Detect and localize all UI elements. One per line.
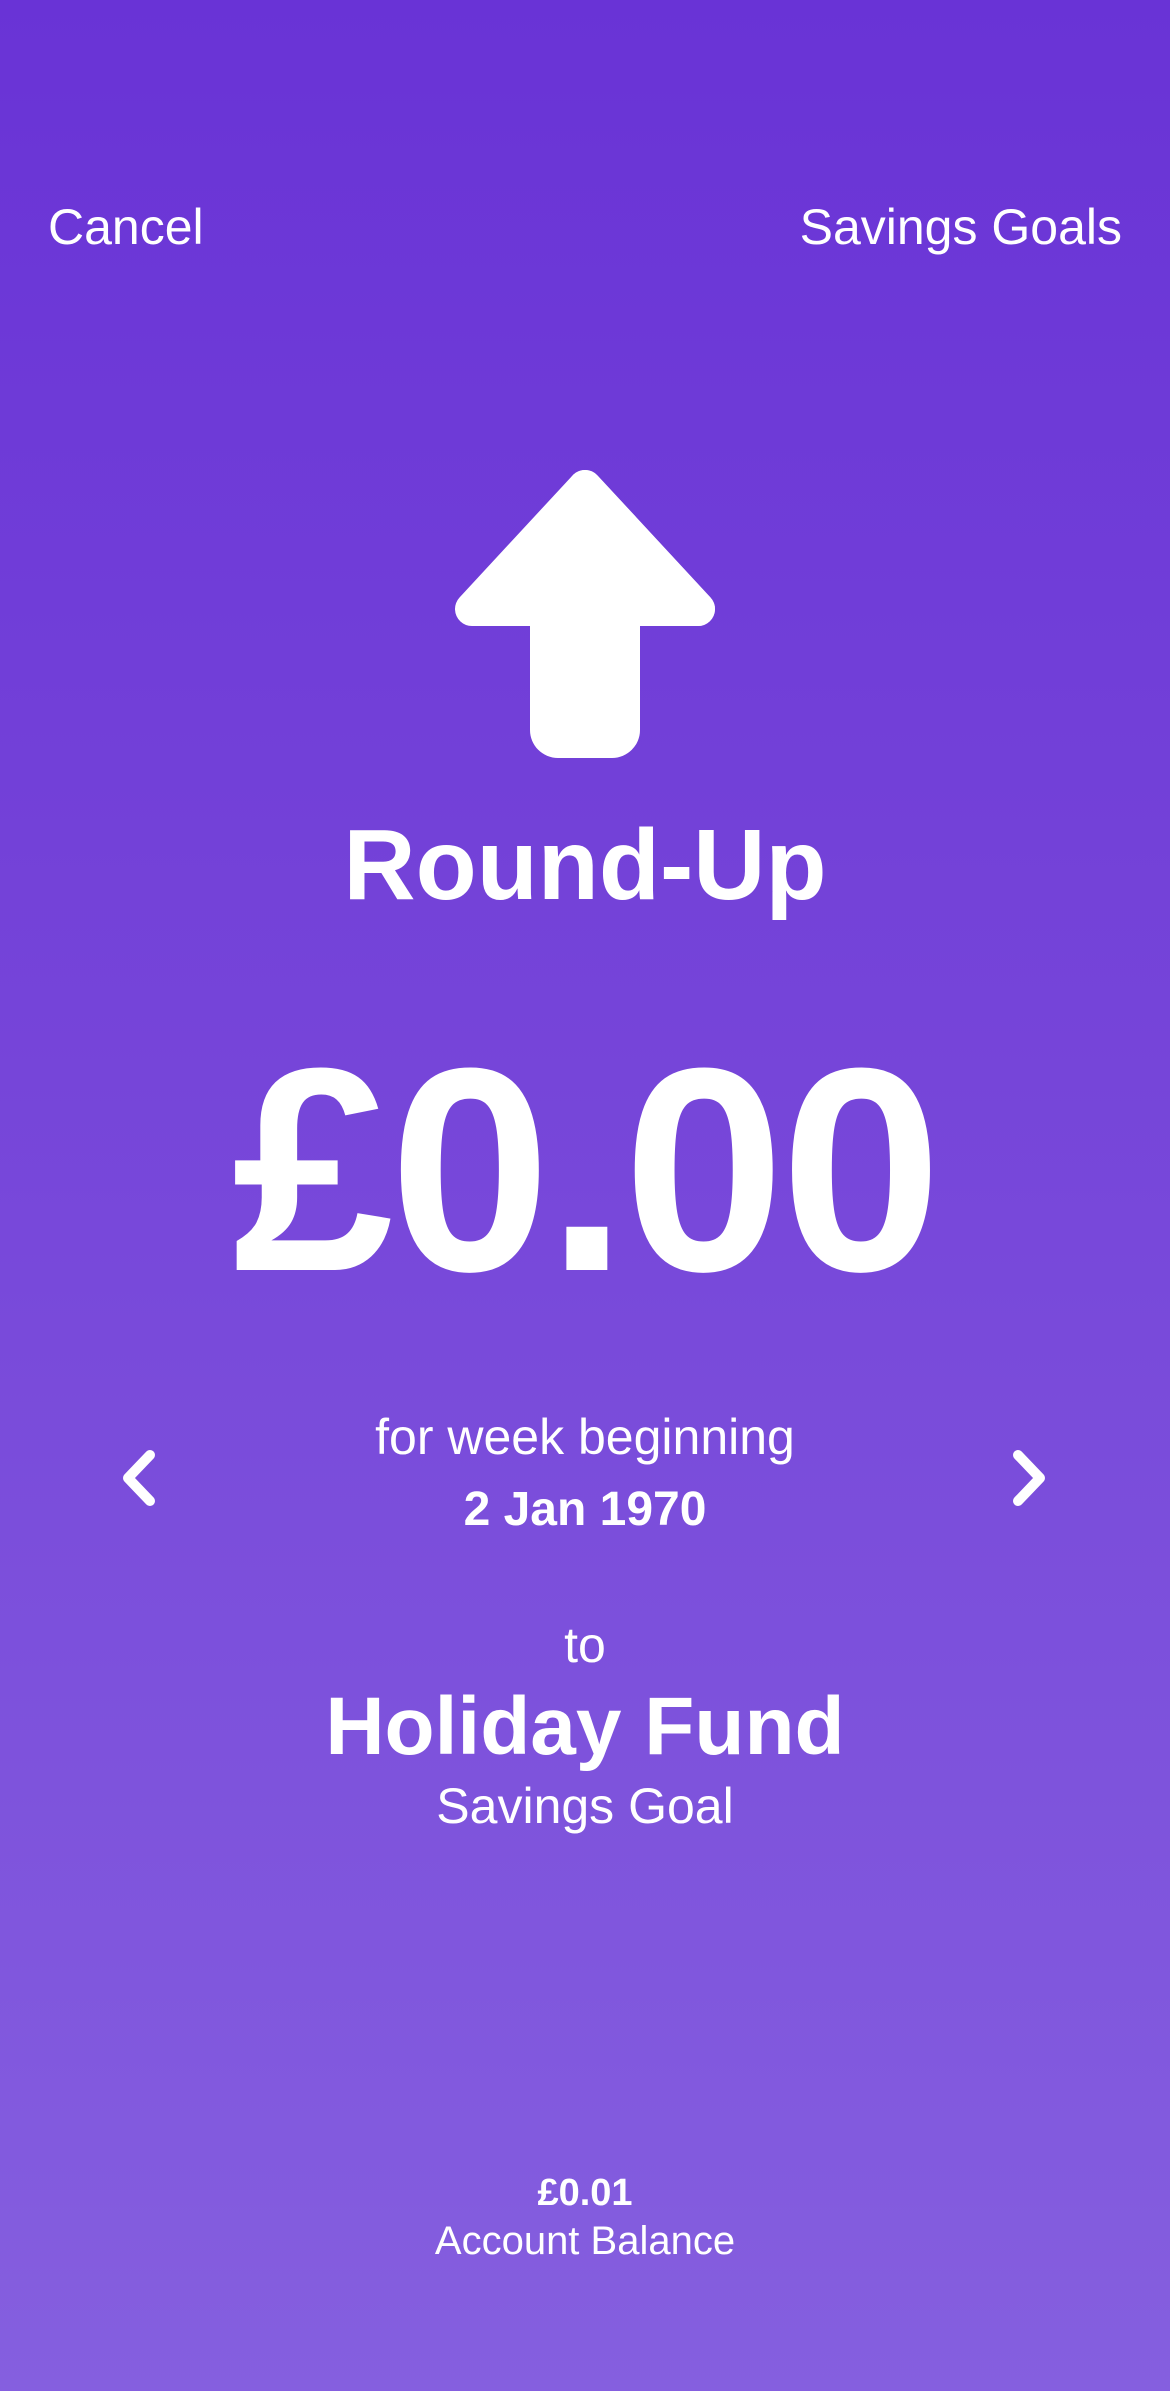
cancel-button[interactable]: Cancel: [48, 195, 204, 259]
round-up-amount: £0.00: [232, 1008, 942, 1332]
round-up-screen: Cancel Savings Goals Round-Up £0.00 for …: [0, 0, 1170, 2391]
savings-goals-button[interactable]: Savings Goals: [800, 195, 1122, 259]
account-balance-value: £0.01: [537, 2172, 633, 2214]
arrow-up-icon: [455, 470, 715, 758]
savings-goal-name[interactable]: Holiday Fund: [0, 1677, 1170, 1777]
chevron-right-icon[interactable]: [992, 1443, 1062, 1513]
to-label: to: [564, 1617, 606, 1673]
page-title: Round-Up: [343, 809, 827, 921]
savings-goal-type: Savings Goal: [436, 1778, 734, 1834]
account-balance-label: Account Balance: [434, 2219, 736, 2263]
